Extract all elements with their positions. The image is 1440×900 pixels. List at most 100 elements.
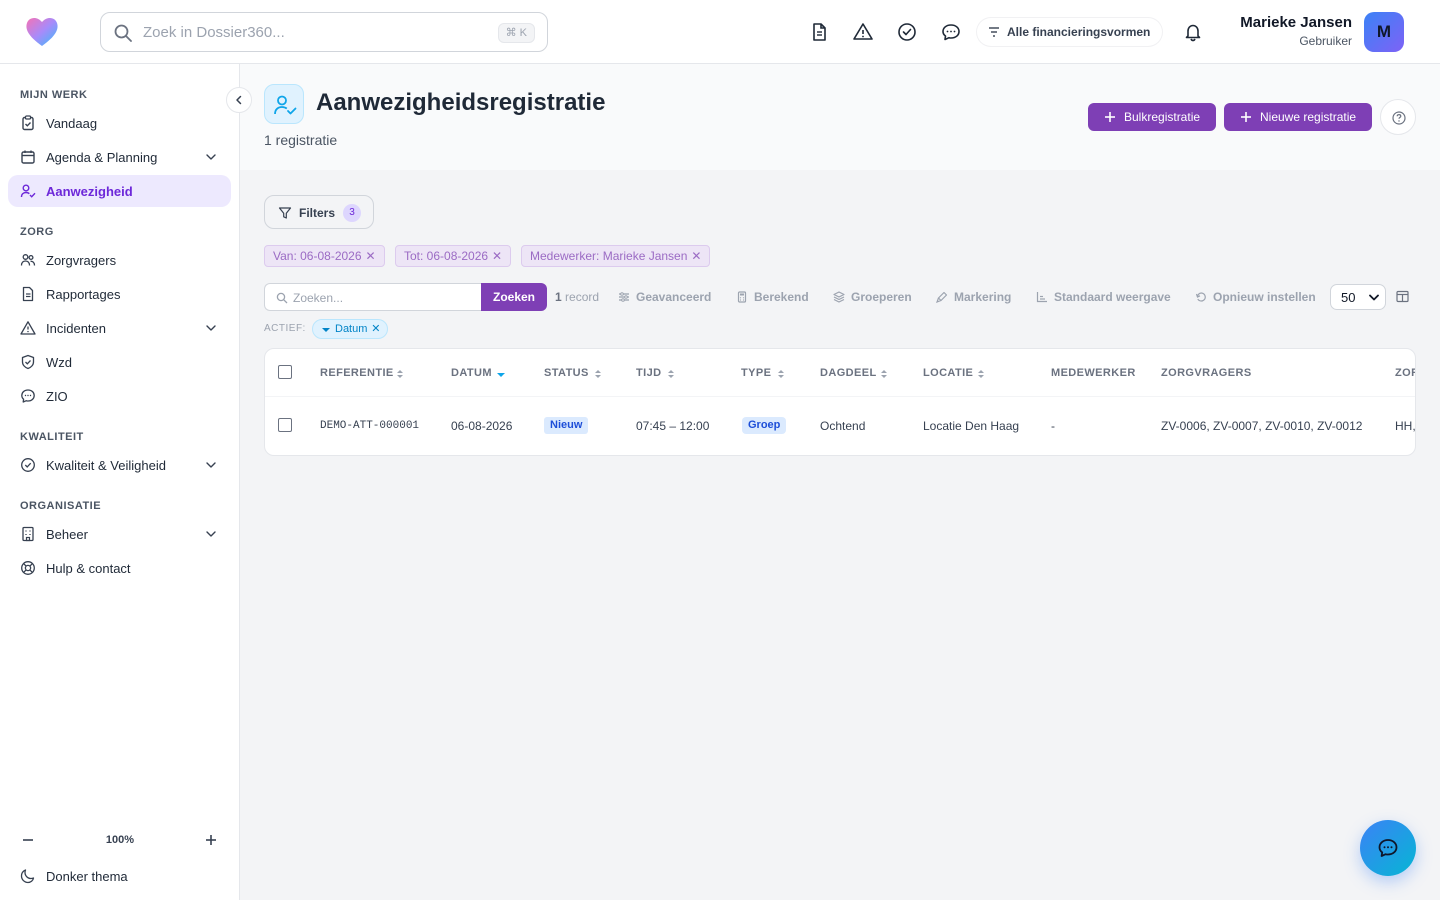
sidebar-item-label: Aanwezigheid bbox=[46, 184, 133, 199]
chevron-down-icon bbox=[206, 325, 216, 331]
calendar-icon bbox=[21, 150, 35, 164]
user-name[interactable]: Marieke Jansen bbox=[1240, 14, 1352, 31]
document-icon[interactable] bbox=[809, 22, 829, 42]
select-all-checkbox[interactable] bbox=[278, 365, 292, 379]
column-header-zor[interactable]: ZOR bbox=[1395, 367, 1415, 379]
columns-toggle-icon[interactable] bbox=[1396, 290, 1409, 303]
filter-chip-van[interactable]: Van: 06-08-2026 ✕ bbox=[264, 245, 385, 267]
sidebar-item-beheer[interactable]: Beheer bbox=[8, 518, 231, 550]
table-search-placeholder: Zoeken... bbox=[293, 291, 344, 305]
help-button[interactable] bbox=[1380, 99, 1416, 135]
search-placeholder: Zoek in Dossier360... bbox=[143, 24, 285, 41]
sort-desc-icon bbox=[322, 328, 330, 332]
sliders-icon bbox=[619, 292, 629, 302]
cell-zorgvragers: ZV-0006, ZV-0007, ZV-0010, ZV-0012 bbox=[1161, 419, 1363, 433]
sidebar-item-zio[interactable]: ZIO bbox=[8, 380, 231, 412]
column-header-medewerker[interactable]: MEDEWERKER bbox=[1051, 367, 1136, 379]
chat-icon[interactable] bbox=[941, 22, 961, 42]
group-button[interactable]: Groeperen bbox=[833, 290, 912, 304]
financing-filter-label: Alle financieringsvormen bbox=[1007, 25, 1151, 39]
sidebar-item-incidenten[interactable]: Incidenten bbox=[8, 312, 231, 344]
dark-theme-label: Donker thema bbox=[46, 869, 128, 884]
active-sort-name: Datum bbox=[335, 323, 368, 335]
sidebar-item-kwaliteit[interactable]: Kwaliteit & Veiligheid bbox=[8, 449, 231, 481]
active-sort-chip[interactable]: Datum ✕ bbox=[312, 319, 389, 339]
sidebar-item-vandaag[interactable]: Vandaag bbox=[8, 107, 231, 139]
users-icon bbox=[20, 254, 36, 266]
column-header-dagdeel[interactable]: DAGDEEL bbox=[820, 367, 887, 379]
dark-theme-toggle[interactable]: Donker thema bbox=[8, 860, 231, 892]
column-header-type[interactable]: TYPE bbox=[741, 367, 784, 379]
filter-icon bbox=[278, 207, 292, 219]
sidebar-item-zorgvragers[interactable]: Zorgvragers bbox=[8, 244, 231, 276]
building-icon bbox=[22, 526, 34, 542]
zoom-out-icon[interactable] bbox=[20, 832, 36, 848]
chevron-down-icon bbox=[206, 154, 216, 160]
user-check-icon bbox=[274, 95, 297, 115]
collapse-sidebar-button[interactable] bbox=[226, 87, 252, 113]
close-icon[interactable]: ✕ bbox=[492, 246, 502, 266]
sort-icon bbox=[595, 370, 601, 378]
sort-icon bbox=[978, 370, 984, 378]
chat-fab-button[interactable] bbox=[1360, 820, 1416, 876]
warning-icon[interactable] bbox=[853, 22, 873, 42]
shield-check-icon bbox=[21, 354, 35, 370]
user-role: Gebruiker bbox=[1299, 34, 1352, 48]
group-label: Groeperen bbox=[851, 290, 912, 304]
close-icon[interactable]: ✕ bbox=[371, 320, 380, 338]
financing-filter-button[interactable]: Alle financieringsvormen bbox=[977, 18, 1163, 46]
sidebar-item-hulp[interactable]: Hulp & contact bbox=[8, 552, 231, 584]
sidebar-item-wzd[interactable]: Wzd bbox=[8, 346, 231, 378]
close-icon[interactable]: ✕ bbox=[365, 246, 375, 266]
new-registration-button[interactable]: Nieuwe registratie bbox=[1224, 103, 1372, 131]
column-header-tijd[interactable]: TIJD bbox=[636, 367, 674, 379]
avatar[interactable]: M bbox=[1364, 12, 1404, 52]
bulk-registration-button[interactable]: Bulkregistratie bbox=[1088, 103, 1216, 131]
section-kwaliteit: KWALITEIT bbox=[20, 431, 84, 443]
filter-chip-label: Van: 06-08-2026 bbox=[273, 249, 362, 263]
section-organisatie: ORGANISATIE bbox=[20, 500, 102, 512]
user-check-icon bbox=[20, 184, 36, 198]
sidebar-item-aanwezigheid[interactable]: Aanwezigheid bbox=[8, 175, 231, 207]
table-search-input[interactable]: Zoeken... bbox=[264, 283, 482, 311]
per-page-select[interactable]: 50 bbox=[1330, 284, 1386, 310]
lifebuoy-icon bbox=[21, 561, 35, 575]
advanced-button[interactable]: Geavanceerd bbox=[618, 290, 711, 304]
message-circle-icon bbox=[21, 389, 35, 403]
record-count-value: 1 bbox=[555, 290, 562, 304]
filter-chip-tot[interactable]: Tot: 06-08-2026 ✕ bbox=[395, 245, 512, 267]
computed-button[interactable]: Berekend bbox=[736, 290, 809, 304]
zoom-in-icon[interactable] bbox=[203, 832, 219, 848]
column-header-zorgvragers[interactable]: ZORGVRAGERS bbox=[1161, 367, 1252, 379]
sidebar-item-label: Hulp & contact bbox=[46, 561, 131, 576]
column-header-locatie[interactable]: LOCATIE bbox=[923, 367, 984, 379]
row-checkbox[interactable] bbox=[278, 418, 292, 432]
table-search-button[interactable]: Zoeken bbox=[481, 283, 547, 311]
cell-referentie[interactable]: DEMO-ATT-000001 bbox=[320, 420, 419, 432]
sidebar-item-agenda[interactable]: Agenda & Planning bbox=[8, 141, 231, 173]
check-circle-icon bbox=[21, 458, 35, 472]
reset-button[interactable]: Opnieuw instellen bbox=[1195, 290, 1316, 304]
search-icon bbox=[114, 24, 132, 42]
sidebar-item-label: Rapportages bbox=[46, 287, 121, 302]
bell-icon[interactable] bbox=[1183, 22, 1203, 42]
search-icon bbox=[276, 292, 288, 304]
sort-desc-icon bbox=[497, 373, 505, 377]
sidebar-item-rapportages[interactable]: Rapportages bbox=[8, 278, 231, 310]
logo-heart-icon[interactable] bbox=[24, 14, 60, 50]
section-mijn-werk: MIJN WERK bbox=[20, 89, 88, 101]
global-search-input[interactable]: Zoek in Dossier360... ⌘ K bbox=[100, 12, 548, 52]
column-header-referentie[interactable]: REFERENTIE bbox=[320, 367, 403, 379]
default-view-label: Standaard weergave bbox=[1054, 290, 1171, 304]
filter-chip-medewerker[interactable]: Medewerker: Marieke Jansen ✕ bbox=[521, 245, 711, 267]
check-circle-icon[interactable] bbox=[897, 22, 917, 42]
filters-button[interactable]: Filters 3 bbox=[264, 195, 374, 229]
advanced-label: Geavanceerd bbox=[636, 290, 712, 304]
column-header-status[interactable]: STATUS bbox=[544, 367, 601, 379]
marking-button[interactable]: Markering bbox=[936, 290, 1011, 304]
record-count: 1 record bbox=[555, 290, 599, 304]
default-view-button[interactable]: Standaard weergave bbox=[1036, 290, 1171, 304]
close-icon[interactable]: ✕ bbox=[691, 246, 701, 266]
section-zorg: ZORG bbox=[20, 226, 54, 238]
column-header-datum[interactable]: DATUM bbox=[451, 367, 505, 379]
